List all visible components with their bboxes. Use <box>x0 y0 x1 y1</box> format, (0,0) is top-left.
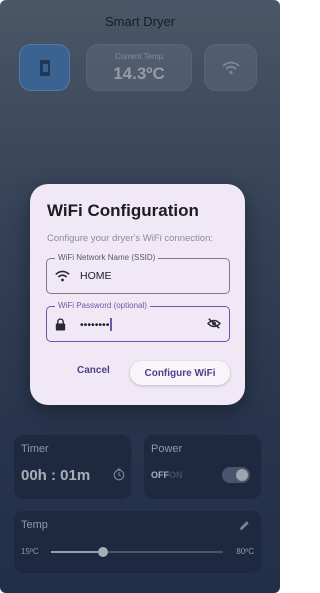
lock-icon <box>55 318 66 331</box>
text-caret <box>110 318 112 331</box>
ssid-field-label: WiFi Network Name (SSID) <box>55 253 159 262</box>
configure-wifi-button[interactable]: Configure WiFi <box>130 361 230 385</box>
ssid-field[interactable]: WiFi Network Name (SSID) HOME <box>46 253 230 294</box>
dialog-title: WiFi Configuration <box>47 201 199 220</box>
dialog-subtitle: Configure your dryer's WiFi connection: <box>47 233 214 244</box>
password-masked: •••••••• <box>80 318 110 331</box>
visibility-off-icon[interactable] <box>207 318 221 329</box>
ssid-value: HOME <box>80 270 112 282</box>
wifi-icon <box>55 270 70 282</box>
password-value: •••••••• <box>80 318 112 331</box>
password-field[interactable]: WiFi Password (optional) •••••••• <box>46 301 230 342</box>
cancel-button[interactable]: Cancel <box>77 365 110 376</box>
password-field-label: WiFi Password (optional) <box>55 301 150 310</box>
wifi-config-dialog: WiFi Configuration Configure your dryer'… <box>30 184 245 405</box>
app-screen: Smart Dryer Current Temp 14.3ºC Timer 00… <box>0 0 280 593</box>
